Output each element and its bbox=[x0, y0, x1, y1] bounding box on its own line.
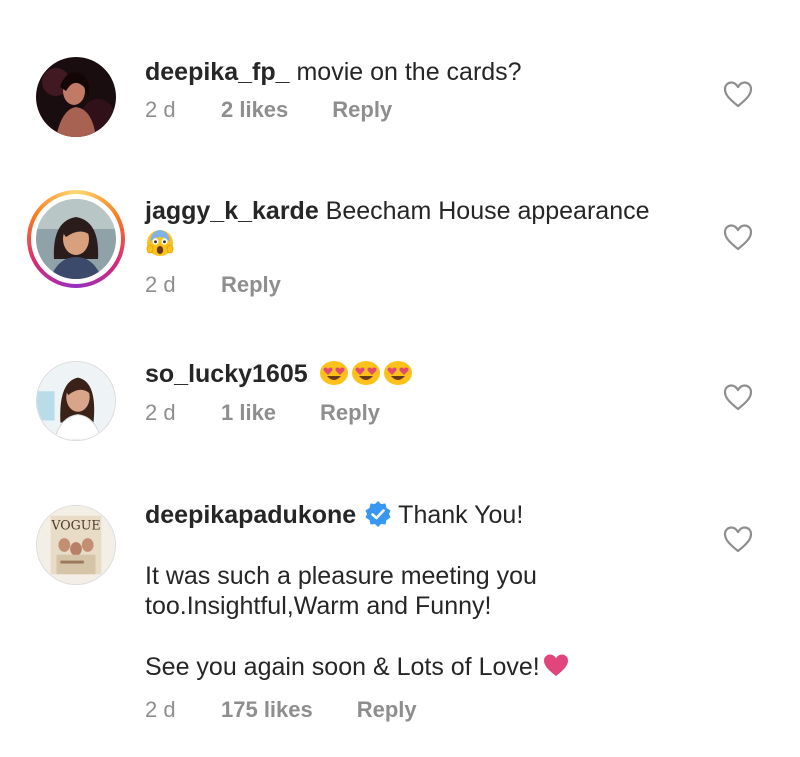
comment-username[interactable]: deepika_fp_ bbox=[145, 58, 290, 86]
reply-button[interactable]: Reply bbox=[357, 697, 417, 723]
comment-text: movie on the cards? bbox=[296, 58, 522, 86]
pink-heart-emoji bbox=[543, 654, 568, 676]
comment-username[interactable]: deepikapadukone bbox=[145, 501, 356, 529]
comment-time: 2 d bbox=[145, 272, 176, 297]
comment-text: It was such a pleasure meeting you bbox=[145, 562, 537, 590]
like-heart-icon[interactable] bbox=[722, 222, 754, 252]
story-ring[interactable] bbox=[27, 190, 125, 288]
comment-time: 2 d bbox=[145, 697, 176, 722]
like-heart-icon[interactable] bbox=[722, 524, 754, 554]
comment-text: See you again soon & Lots of Love! bbox=[145, 653, 540, 681]
vogue-logo: VOGUE bbox=[50, 517, 100, 532]
comment-likes[interactable]: 175 likes bbox=[221, 697, 313, 723]
heart-eyes-emoji bbox=[319, 361, 348, 385]
heart-eyes-emoji bbox=[351, 361, 380, 385]
avatar[interactable]: VOGUE bbox=[36, 505, 116, 585]
comment-text: Thank You! bbox=[398, 501, 524, 529]
avatar[interactable] bbox=[36, 361, 116, 441]
comment-text: Beecham House appearance bbox=[325, 197, 650, 225]
like-heart-icon[interactable] bbox=[722, 79, 754, 109]
comment-likes[interactable]: 2 likes bbox=[221, 97, 288, 123]
screaming-face-emoji bbox=[146, 230, 174, 256]
verified-badge-icon bbox=[365, 501, 391, 527]
avatar bbox=[36, 199, 116, 279]
comment-username[interactable]: jaggy_k_karde bbox=[145, 197, 319, 225]
reply-button[interactable]: Reply bbox=[332, 97, 392, 123]
comment-time: 2 d bbox=[145, 400, 176, 425]
like-heart-icon[interactable] bbox=[722, 382, 754, 412]
heart-eyes-emoji bbox=[383, 361, 412, 385]
comment-text: too.Insightful,Warm and Funny! bbox=[145, 592, 492, 620]
reply-button[interactable]: Reply bbox=[320, 400, 380, 426]
comment-time: 2 d bbox=[145, 97, 176, 122]
comment-username[interactable]: so_lucky1605 bbox=[145, 360, 308, 388]
avatar[interactable] bbox=[36, 57, 116, 137]
comment-likes[interactable]: 1 like bbox=[221, 400, 276, 426]
reply-button[interactable]: Reply bbox=[221, 272, 281, 298]
